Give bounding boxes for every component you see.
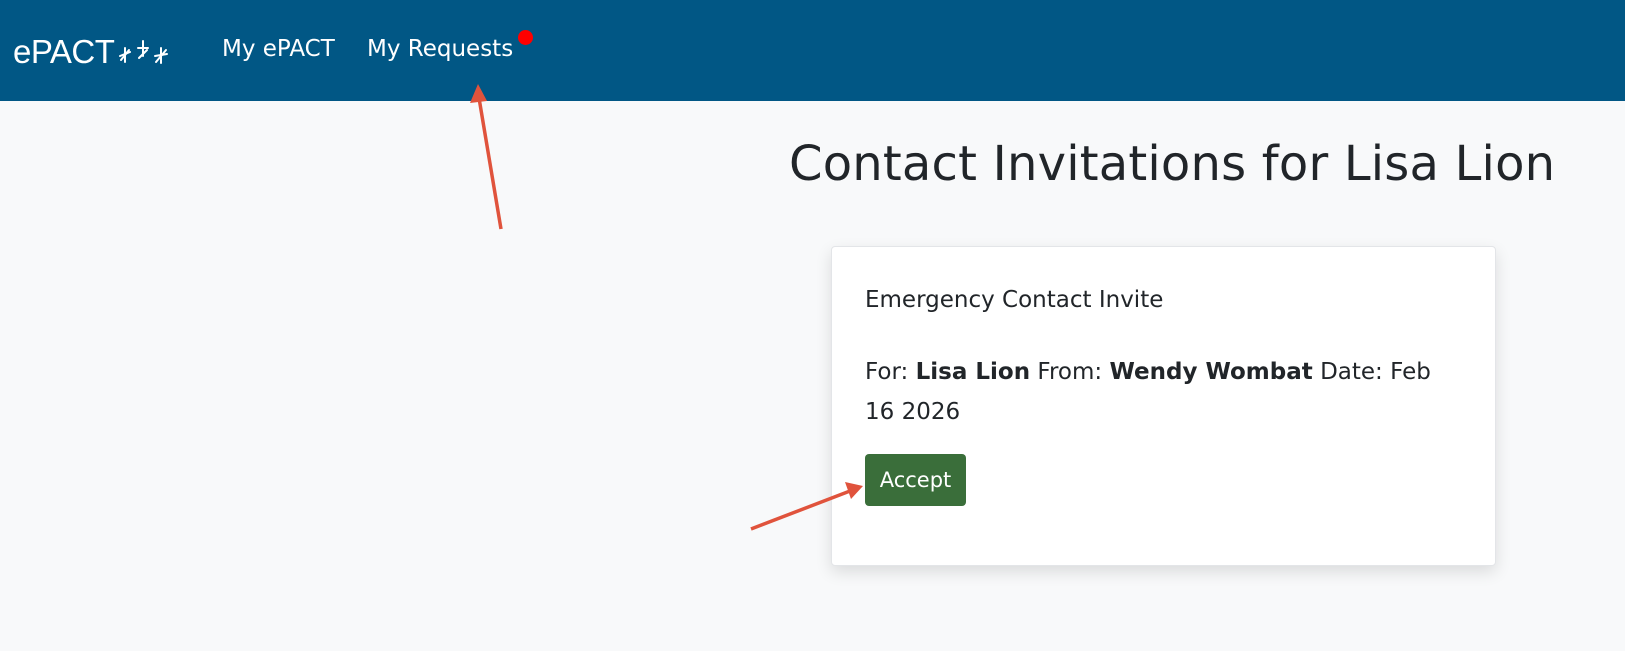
date-label: Date: (1320, 359, 1383, 385)
nav-my-requests[interactable]: My Requests (367, 34, 513, 64)
notification-dot (518, 30, 533, 45)
from-value: Wendy Wombat (1109, 359, 1313, 385)
invite-card-title: Emergency Contact Invite (865, 287, 1164, 313)
page-title: Contact Invitations for Lisa Lion (789, 136, 1556, 192)
arrow-to-my-requests (470, 84, 503, 230)
brand-logo[interactable]: ePACT (13, 32, 172, 72)
for-value: Lisa Lion (915, 359, 1031, 385)
for-label: For: (865, 359, 909, 385)
top-navbar: ePACT My ePACT My Requests (0, 0, 1625, 101)
accept-button[interactable]: Accept (865, 454, 966, 506)
invite-details: For: Lisa Lion From: Wendy Wombat Date: … (865, 352, 1445, 432)
invite-card: Emergency Contact Invite For: Lisa Lion … (831, 246, 1496, 566)
brand-name: ePACT (13, 33, 115, 70)
stars-logo-icon (119, 40, 169, 64)
nav-my-epact[interactable]: My ePACT (222, 34, 335, 64)
from-label: From: (1037, 359, 1103, 385)
